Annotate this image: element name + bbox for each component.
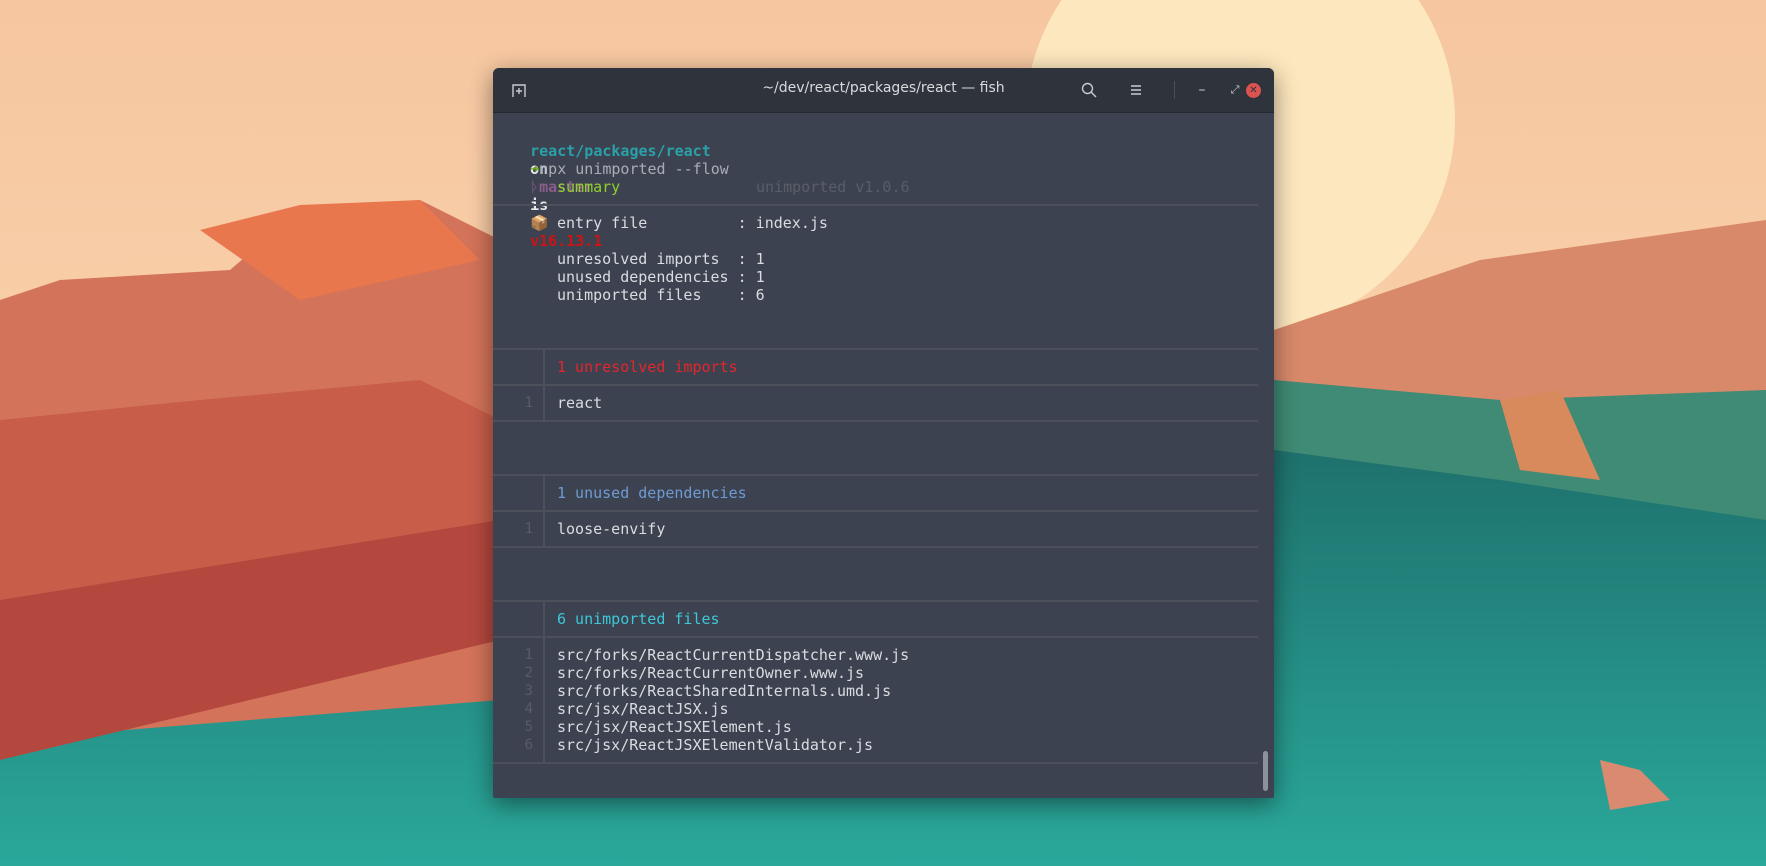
maximize-icon[interactable]: ⤢ [1223, 78, 1247, 102]
unimported-file: src/forks/ReactSharedInternals.umd.js [557, 682, 892, 700]
line-number: 5 [524, 719, 533, 735]
separator [493, 348, 1258, 350]
gutter-line [543, 602, 545, 762]
separator [493, 474, 1258, 476]
separator [493, 546, 1258, 548]
unresolved-count: unresolved imports : 1 [557, 250, 765, 268]
unused-count: unused dependencies : 1 [557, 268, 765, 286]
separator [493, 384, 1258, 386]
line-number: 3 [524, 683, 533, 699]
separator [493, 510, 1258, 512]
separator [493, 600, 1258, 602]
package-icon: 📦 [530, 214, 549, 232]
unimported-heading: 6 unimported files [557, 610, 720, 628]
unimported-file: src/forks/ReactCurrentOwner.www.js [557, 664, 865, 682]
line-number: 1 [524, 647, 533, 663]
separator [493, 762, 1258, 764]
unused-heading: 1 unused dependencies [557, 484, 747, 502]
close-icon[interactable]: ✕ [1246, 83, 1261, 98]
unimported-file: src/forks/ReactCurrentDispatcher.www.js [557, 646, 910, 664]
search-icon[interactable] [1077, 78, 1101, 102]
prompt-arrow-icon: ➜ [530, 160, 540, 178]
minimize-icon[interactable]: – [1190, 78, 1214, 102]
unresolved-item: react [557, 394, 603, 412]
unused-item: loose-envify [557, 520, 666, 538]
line-number: 2 [524, 665, 533, 681]
line-number: 4 [524, 701, 533, 717]
entry-file: entry file : index.js [557, 214, 828, 232]
window-title: ~/dev/react/packages/react — fish [762, 80, 1005, 96]
unimported-file: src/jsx/ReactJSXElement.js [557, 718, 792, 736]
unresolved-heading: 1 unresolved imports [557, 358, 738, 376]
line-number: 6 [524, 737, 533, 753]
unimported-count: unimported files : 6 [557, 286, 765, 304]
package-version: v16.13.1 [530, 232, 603, 250]
scrollbar-thumb[interactable] [1263, 751, 1268, 791]
tool-version: unimported v1.0.6 [756, 178, 910, 196]
title-bar: ~/dev/react/packages/react — fish – ⤢ ✕ [493, 68, 1274, 113]
command-text: npx unimported --flow [539, 160, 729, 178]
terminal-window: ~/dev/react/packages/react — fish – ⤢ ✕ … [493, 68, 1274, 798]
prompt-line: react/packages/react on ᚦmaster is 📦 v16… [494, 124, 711, 250]
separator [493, 636, 1258, 638]
unimported-file: src/jsx/ReactJSX.js [557, 700, 729, 718]
hamburger-menu-icon[interactable] [1124, 78, 1148, 102]
command-line: ➜npx unimported --flow [494, 142, 729, 178]
separator [493, 204, 1258, 206]
summary-title: summary [557, 178, 621, 196]
unimported-file: src/jsx/ReactJSXElementValidator.js [557, 736, 874, 754]
line-number: 1 [524, 521, 533, 537]
line-number: 1 [524, 395, 533, 411]
git-branch-icon: ᚦ [530, 178, 540, 196]
separator [493, 420, 1258, 422]
titlebar-divider [1174, 81, 1175, 99]
